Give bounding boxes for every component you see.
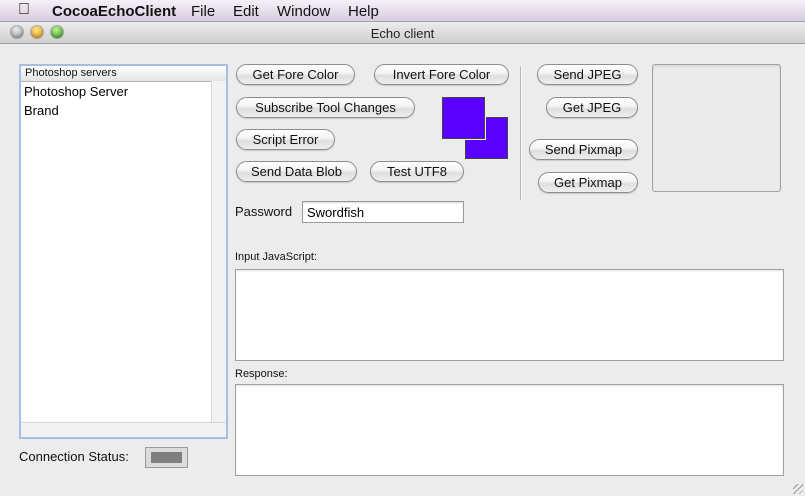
window-title: Echo client (370, 26, 435, 41)
subscribe-tool-changes-button[interactable]: Subscribe Tool Changes (236, 97, 415, 118)
horizontal-scrollbar[interactable] (21, 422, 226, 437)
response-textarea[interactable] (235, 384, 784, 476)
server-list-header[interactable]: Photoshop servers (21, 66, 226, 82)
connection-status-label: Connection Status: (19, 449, 129, 464)
get-pixmap-button[interactable]: Get Pixmap (538, 172, 638, 193)
menu-help[interactable]: Help (348, 3, 379, 20)
send-jpeg-button[interactable]: Send JPEG (537, 64, 638, 85)
get-jpeg-button[interactable]: Get JPEG (546, 97, 638, 118)
window-titlebar[interactable]: Echo client (0, 22, 805, 44)
script-error-button[interactable]: Script Error (236, 129, 335, 150)
password-field[interactable] (302, 201, 464, 223)
vertical-divider (520, 66, 522, 200)
resize-handle[interactable] (793, 484, 803, 494)
server-list[interactable]: Photoshop servers Photoshop Server Brand (19, 64, 228, 439)
app-menu[interactable]: CocoaEchoClient (52, 3, 176, 20)
menu-bar:  CocoaEchoClient File Edit Window Help (0, 0, 805, 22)
server-list-item[interactable]: Photoshop Server (21, 82, 226, 101)
menu-file[interactable]: File (191, 3, 215, 20)
vertical-scrollbar[interactable] (211, 81, 226, 423)
password-label: Password (235, 204, 293, 219)
send-pixmap-button[interactable]: Send Pixmap (529, 139, 638, 160)
test-utf8-button[interactable]: Test UTF8 (370, 161, 464, 182)
get-fore-color-button[interactable]: Get Fore Color (236, 64, 355, 85)
menu-edit[interactable]: Edit (233, 3, 259, 20)
send-data-blob-button[interactable]: Send Data Blob (236, 161, 357, 182)
response-label: Response: (235, 368, 288, 380)
foreground-color-swatch[interactable] (442, 97, 485, 139)
server-list-item[interactable]: Brand (21, 101, 226, 120)
input-javascript-textarea[interactable] (235, 269, 784, 361)
invert-fore-color-button[interactable]: Invert Fore Color (374, 64, 509, 85)
menu-window[interactable]: Window (277, 3, 330, 20)
window-content: Photoshop servers Photoshop Server Brand… (0, 44, 805, 496)
apple-menu-icon[interactable]:  (18, 1, 30, 19)
image-well[interactable] (652, 64, 781, 192)
input-javascript-label: Input JavaScript: (235, 251, 317, 263)
connection-status-indicator (145, 447, 188, 468)
connection-status-fill (151, 452, 182, 463)
